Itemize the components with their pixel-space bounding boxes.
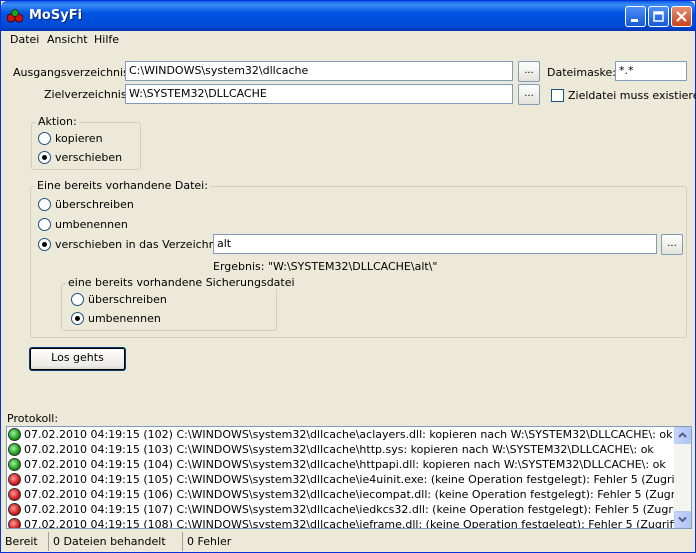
close-button[interactable] xyxy=(671,6,692,27)
result-text: Ergebnis: "W:\SYSTEM32\DLLCACHE\alt\" xyxy=(213,260,438,273)
radio-backup-ueberschreiben[interactable] xyxy=(71,293,84,306)
status-ok-icon xyxy=(8,458,21,471)
menu-ansicht[interactable]: Ansicht xyxy=(47,33,88,46)
radio-kopieren-label: kopieren xyxy=(55,132,103,145)
radio-ueberschreiben[interactable] xyxy=(38,198,51,211)
source-path-input[interactable]: C:\WINDOWS\system32\dllcache xyxy=(125,61,513,81)
radio-umbenennen[interactable] xyxy=(38,218,51,231)
source-browse-button[interactable]: ... xyxy=(518,61,540,82)
window-title: MoSyFi xyxy=(29,8,83,23)
backup-file-group: eine bereits vorhandene Sicherungsdatei … xyxy=(61,276,297,331)
menu-hilfe[interactable]: Hilfe xyxy=(94,33,119,46)
radio-ueberschreiben-label: überschreiben xyxy=(55,198,134,211)
status-error-icon xyxy=(8,473,21,486)
backup-folder-browse-button[interactable]: ... xyxy=(661,234,683,255)
existing-group-title: Eine bereits vorhandene Datei: xyxy=(35,179,210,192)
close-icon xyxy=(676,11,687,22)
log-row-text: 07.02.2010 04:19:15 (106) C:\WINDOWS\sys… xyxy=(24,488,692,501)
start-button[interactable]: Los gehts xyxy=(29,347,126,371)
status-error-icon xyxy=(8,503,21,516)
chevron-down-icon xyxy=(678,516,687,523)
backup-group-title: eine bereits vorhandene Sicherungsdatei xyxy=(66,276,297,289)
must-exist-checkbox[interactable] xyxy=(551,89,564,102)
radio-umbenennen-label: umbenennen xyxy=(55,218,128,231)
log-row-text: 07.02.2010 04:19:15 (102) C:\WINDOWS\sys… xyxy=(24,428,673,441)
radio-backup-umbenennen[interactable] xyxy=(71,312,84,325)
radio-verschieben-label: verschieben xyxy=(55,151,123,164)
target-path-input[interactable]: W:\SYSTEM32\DLLCACHE xyxy=(125,84,513,104)
status-files-count: 0 Dateien behandelt xyxy=(48,532,182,551)
main-window: MoSyFi Datei Ansicht Hilfe Ausgangsverze… xyxy=(0,0,696,553)
status-ok-icon xyxy=(8,428,21,441)
radio-verschieben[interactable] xyxy=(38,151,51,164)
menu-datei[interactable]: Datei xyxy=(10,33,39,46)
minimize-button[interactable] xyxy=(625,6,646,27)
action-group-title: Aktion: xyxy=(36,115,79,128)
status-error-count: 0 Fehler xyxy=(182,532,695,551)
log-row-text: 07.02.2010 04:19:15 (108) C:\WINDOWS\sys… xyxy=(24,518,692,529)
radio-verschieben-verzeichnis[interactable] xyxy=(38,238,51,251)
radio-backup-umbenennen-label: umbenennen xyxy=(88,312,161,325)
filemask-input[interactable]: *.* xyxy=(615,61,687,81)
menu-bar: Datei Ansicht Hilfe xyxy=(1,31,695,49)
log-row-text: 07.02.2010 04:19:15 (107) C:\WINDOWS\sys… xyxy=(24,503,692,516)
target-browse-button[interactable]: ... xyxy=(518,84,540,105)
action-group: Aktion: kopieren verschieben xyxy=(31,115,141,170)
status-bar: Bereit 0 Dateien behandelt 0 Fehler xyxy=(1,531,695,552)
scroll-up-button[interactable] xyxy=(674,427,691,444)
log-row-text: 07.02.2010 04:19:15 (104) C:\WINDOWS\sys… xyxy=(24,458,666,471)
radio-kopieren[interactable] xyxy=(38,132,51,145)
filemask-label: Dateimaske: xyxy=(547,66,616,79)
backup-folder-input[interactable]: alt xyxy=(213,234,657,254)
maximize-button[interactable] xyxy=(648,6,669,27)
target-label: Zielverzeichnis: xyxy=(44,88,131,101)
existing-file-group: Eine bereits vorhandene Datei: überschre… xyxy=(30,179,687,338)
status-error-icon xyxy=(8,518,21,528)
source-label: Ausgangsverzeichnis: xyxy=(13,66,133,79)
log-row-text: 07.02.2010 04:19:15 (105) C:\WINDOWS\sys… xyxy=(24,473,692,486)
app-icon xyxy=(7,9,23,23)
log-scrollbar[interactable] xyxy=(674,427,691,528)
status-error-icon xyxy=(8,488,21,501)
title-bar[interactable]: MoSyFi xyxy=(1,1,695,31)
radio-backup-ueberschreiben-label: überschreiben xyxy=(88,293,167,306)
chevron-up-icon xyxy=(678,432,687,438)
log-row-text: 07.02.2010 04:19:15 (103) C:\WINDOWS\sys… xyxy=(24,443,654,456)
must-exist-label: Zieldatei muss existieren xyxy=(568,89,696,102)
status-ok-icon xyxy=(8,443,21,456)
maximize-icon xyxy=(653,11,664,22)
scroll-down-button[interactable] xyxy=(674,511,691,528)
radio-verschieben-verzeichnis-label: verschieben in das Verzeichnis: xyxy=(55,238,229,251)
log-label: Protokoll: xyxy=(7,412,59,425)
minimize-icon xyxy=(631,19,638,22)
status-state: Bereit xyxy=(5,535,38,548)
log-list[interactable]: 07.02.2010 04:19:15 (102) C:\WINDOWS\sys… xyxy=(6,426,692,529)
